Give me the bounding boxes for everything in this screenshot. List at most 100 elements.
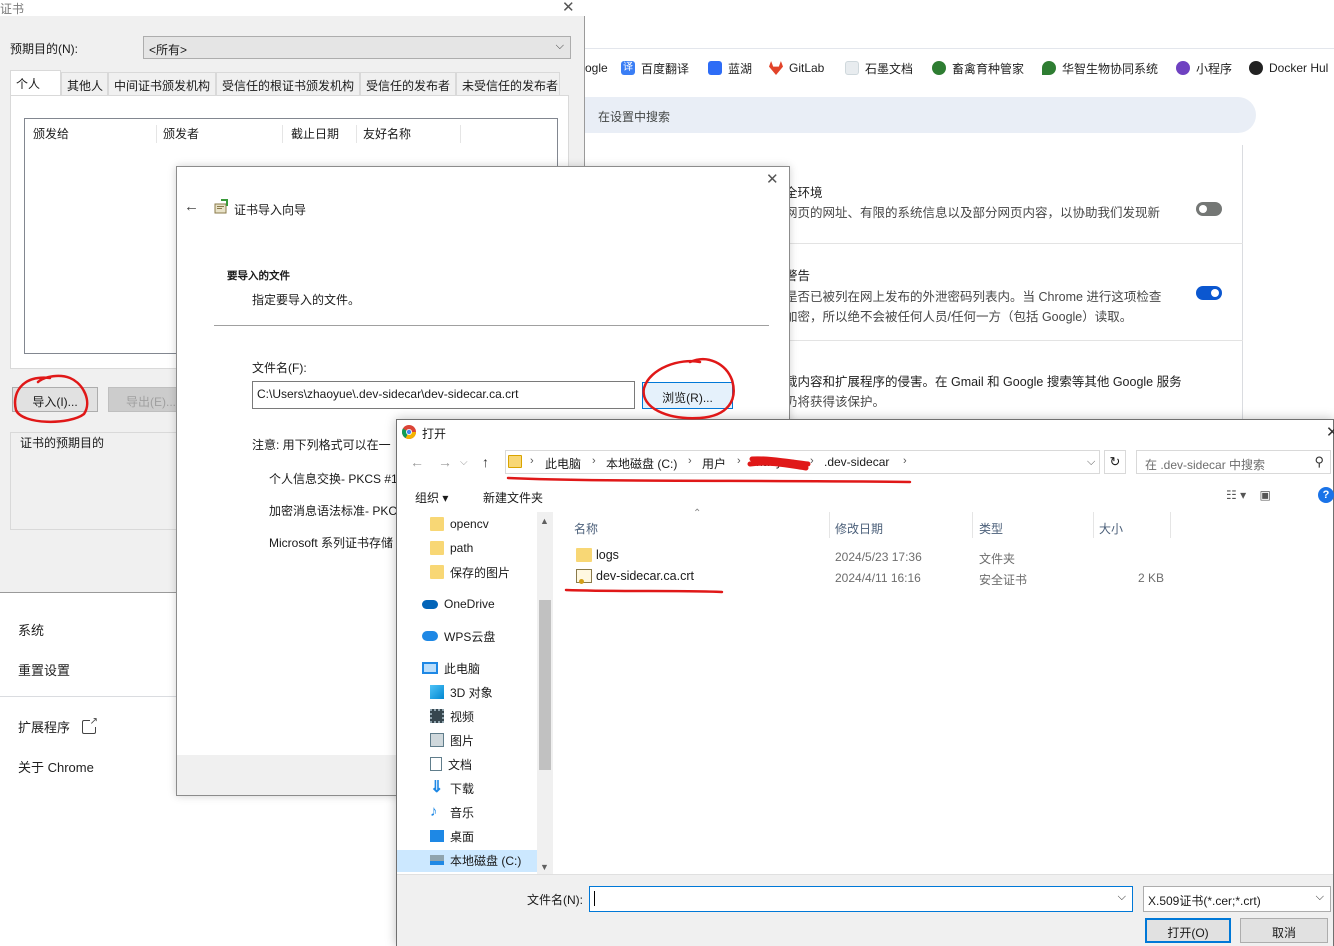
column-type[interactable]: 类型	[979, 520, 1003, 537]
file-type-select[interactable]: X.509证书(*.cer;*.crt) ⌵	[1143, 886, 1331, 912]
bookmark-shimo[interactable]: 石墨文档	[845, 59, 913, 77]
chevron-right-icon: ›	[737, 455, 741, 467]
tab-others[interactable]: 其他人	[61, 72, 108, 95]
wps-cloud-icon	[422, 631, 438, 641]
shimo-icon	[845, 61, 859, 75]
certificate-icon	[576, 569, 592, 584]
refresh-icon[interactable]: ↻	[1104, 450, 1126, 474]
chevron-right-icon: ›	[530, 455, 534, 467]
import-button[interactable]: 导入(I)...	[12, 387, 98, 412]
column-friendly-name[interactable]: 友好名称	[357, 125, 461, 143]
column-issued-by[interactable]: 颁发者	[157, 125, 283, 143]
column-separator[interactable]	[1170, 512, 1171, 538]
nav-item-videos[interactable]: 视频	[430, 706, 474, 726]
cancel-button[interactable]: 取消	[1240, 918, 1328, 943]
file-name[interactable]: logs	[576, 548, 619, 562]
forward-arrow-icon[interactable]: →	[438, 454, 452, 470]
computer-icon	[422, 662, 438, 674]
nav-item-opencv[interactable]: opencv	[430, 514, 489, 534]
breadcrumb-username[interactable]: zhaoyue	[750, 455, 795, 469]
column-separator[interactable]	[829, 512, 830, 538]
back-arrow-icon[interactable]: ←	[184, 198, 199, 215]
close-icon[interactable]: ✕	[1326, 423, 1334, 441]
bookmark-baidu-translate[interactable]: 译百度翻译	[621, 59, 689, 77]
file-name[interactable]: dev-sidecar.ca.crt	[576, 569, 694, 584]
tab-intermediate-ca[interactable]: 中间证书颁发机构	[108, 72, 216, 95]
nav-item-saved-pictures[interactable]: 保存的图片	[430, 562, 510, 582]
column-separator[interactable]	[972, 512, 973, 538]
filename-input[interactable]: C:\Users\zhaoyue\.dev-sidecar\dev-sideca…	[252, 381, 635, 409]
up-arrow-icon[interactable]: ↑	[482, 454, 489, 470]
purpose-group-label: 证书的预期目的	[18, 434, 107, 451]
safe-browsing-title: 全环境	[785, 186, 823, 200]
nav-item-this-pc[interactable]: 此电脑	[422, 658, 480, 678]
nav-item-music[interactable]: ♪ 音乐	[430, 802, 474, 822]
breadcrumb-local-disk[interactable]: 本地磁盘 (C:)	[606, 455, 677, 472]
wizard-step-heading: 要导入的文件	[227, 270, 290, 282]
nav-reset[interactable]: 重置设置	[18, 660, 70, 679]
filename-input[interactable]: ⌵	[589, 886, 1133, 912]
close-icon[interactable]: ✕	[766, 170, 779, 188]
bookmark-dockerhub[interactable]: Docker Hul	[1249, 59, 1328, 77]
nav-scrollbar-thumb[interactable]	[539, 600, 551, 770]
settings-search-input[interactable]: 在设置中搜索	[585, 97, 1256, 133]
column-issued-to[interactable]: 颁发给	[27, 125, 157, 143]
bookmark-livestock[interactable]: 畜禽育种管家	[932, 59, 1024, 77]
nav-item-desktop[interactable]: 桌面	[430, 826, 474, 846]
view-options-icon[interactable]: ☷ ▾ ▣	[1226, 488, 1271, 502]
password-warning-toggle[interactable]	[1196, 286, 1222, 300]
nav-system[interactable]: 系统	[18, 620, 44, 639]
chevron-down-icon[interactable]: ⌵	[1087, 456, 1095, 469]
close-icon[interactable]: ✕	[562, 0, 575, 16]
folder-icon	[430, 517, 444, 531]
scroll-down-icon[interactable]: ▼	[540, 862, 549, 872]
nav-item-local-disk[interactable]: 本地磁盘 (C:)	[430, 850, 521, 870]
new-folder-button[interactable]: 新建文件夹	[483, 489, 543, 506]
external-link-icon: ↗	[82, 716, 99, 734]
nav-item-path[interactable]: path	[430, 538, 473, 558]
breadcrumb-users[interactable]: 用户	[702, 455, 726, 472]
nav-item-documents[interactable]: 文档	[430, 754, 472, 774]
tab-untrusted-publishers[interactable]: 未受信任的发布者	[456, 72, 560, 95]
nav-item-onedrive[interactable]: OneDrive	[422, 594, 495, 614]
breadcrumb-this-pc[interactable]: 此电脑	[545, 455, 581, 472]
scroll-up-icon[interactable]: ▲	[540, 516, 549, 526]
column-separator[interactable]	[1093, 512, 1094, 538]
extension-protection-desc1: 载内容和扩展程序的侵害。在 Gmail 和 Google 搜索等其他 Googl…	[785, 375, 1182, 389]
nav-item-downloads[interactable]: ⇓ 下载	[430, 778, 474, 798]
tab-personal[interactable]: 个人	[10, 70, 61, 95]
nav-divider	[0, 696, 176, 697]
column-name[interactable]: 名称	[574, 520, 598, 537]
bookmark-huazhi[interactable]: 华智生物协同系统	[1042, 59, 1158, 77]
open-button[interactable]: 打开(O)	[1145, 918, 1231, 943]
tab-trusted-root-ca[interactable]: 受信任的根证书颁发机构	[216, 72, 360, 95]
tab-trusted-publishers[interactable]: 受信任的发布者	[360, 72, 456, 95]
bookmark-google[interactable]: ogle	[585, 59, 608, 77]
back-arrow-icon[interactable]: ←	[410, 454, 424, 470]
browse-button[interactable]: 浏览(R)...	[642, 382, 733, 409]
nav-item-pictures[interactable]: 图片	[430, 730, 474, 750]
nav-item-3d-objects[interactable]: 3D 对象	[430, 682, 493, 702]
chevron-down-icon: ⌵	[1315, 891, 1324, 903]
bookmark-gitlab[interactable]: GitLab	[769, 59, 824, 77]
column-date-modified[interactable]: 修改日期	[835, 520, 883, 537]
chevron-down-icon[interactable]: ⌵	[1118, 891, 1126, 904]
cert-title-bar	[0, 0, 585, 16]
column-expiration[interactable]: 截止日期	[285, 125, 357, 143]
text-caret	[594, 891, 595, 906]
help-icon[interactable]: ?	[1318, 487, 1334, 503]
download-icon: ⇓	[430, 779, 444, 796]
bookmark-lanhu[interactable]: 蓝湖	[708, 59, 752, 77]
nav-item-wps-cloud[interactable]: WPS云盘	[422, 626, 495, 646]
folder-search-input[interactable]: 在 .dev-sidecar 中搜索 ⚲	[1136, 450, 1331, 474]
column-size[interactable]: 大小	[1099, 520, 1123, 537]
chevron-down-icon[interactable]: ⌵	[460, 457, 468, 468]
onedrive-icon	[422, 599, 438, 609]
nav-extensions[interactable]: 扩展程序 ↗	[18, 716, 99, 736]
breadcrumb-dev-sidecar[interactable]: .dev-sidecar	[824, 455, 889, 469]
purpose-select[interactable]: <所有> ⌵	[143, 36, 571, 59]
organize-menu[interactable]: 组织 ▾	[415, 489, 448, 506]
safe-browsing-toggle[interactable]	[1196, 202, 1222, 216]
nav-about-chrome[interactable]: 关于 Chrome	[18, 757, 94, 776]
bookmark-miniapp[interactable]: 小程序	[1176, 59, 1232, 77]
